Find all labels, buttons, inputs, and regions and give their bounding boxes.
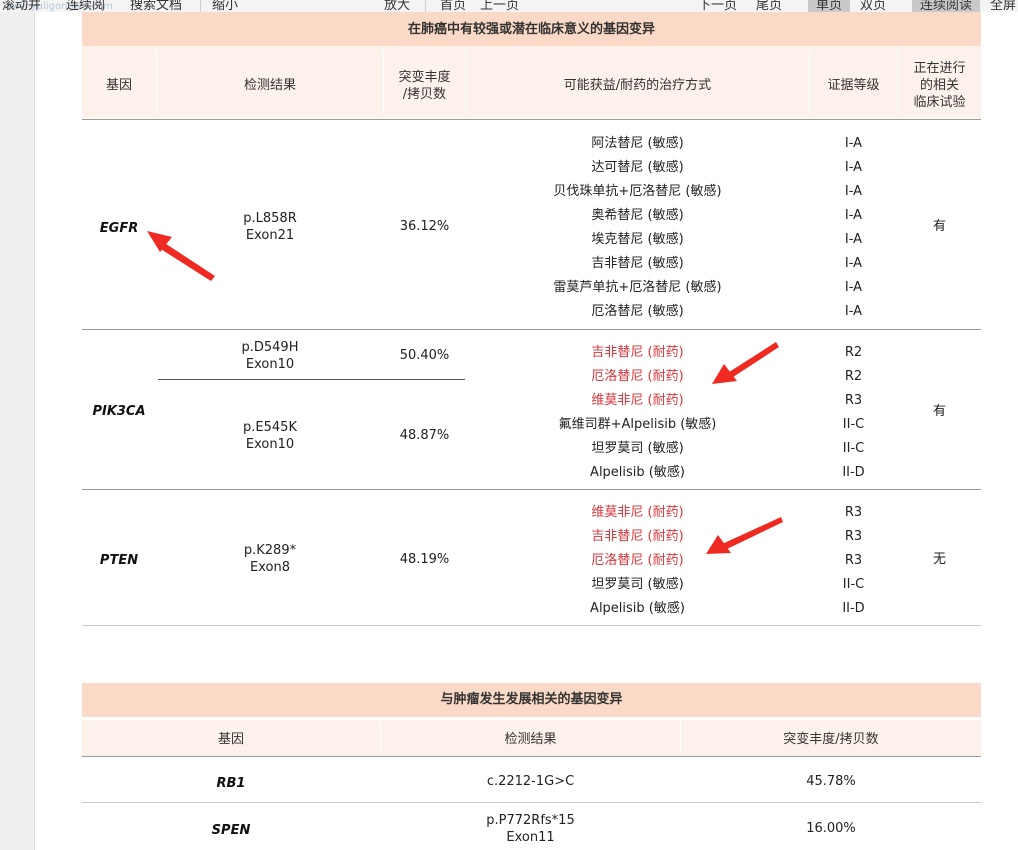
arrow-egfr-icon: [147, 231, 215, 281]
arrow-pten-icon: [706, 517, 783, 554]
arrow-pik3ca-icon: [712, 342, 779, 384]
annotation-arrows: [147, 231, 783, 554]
